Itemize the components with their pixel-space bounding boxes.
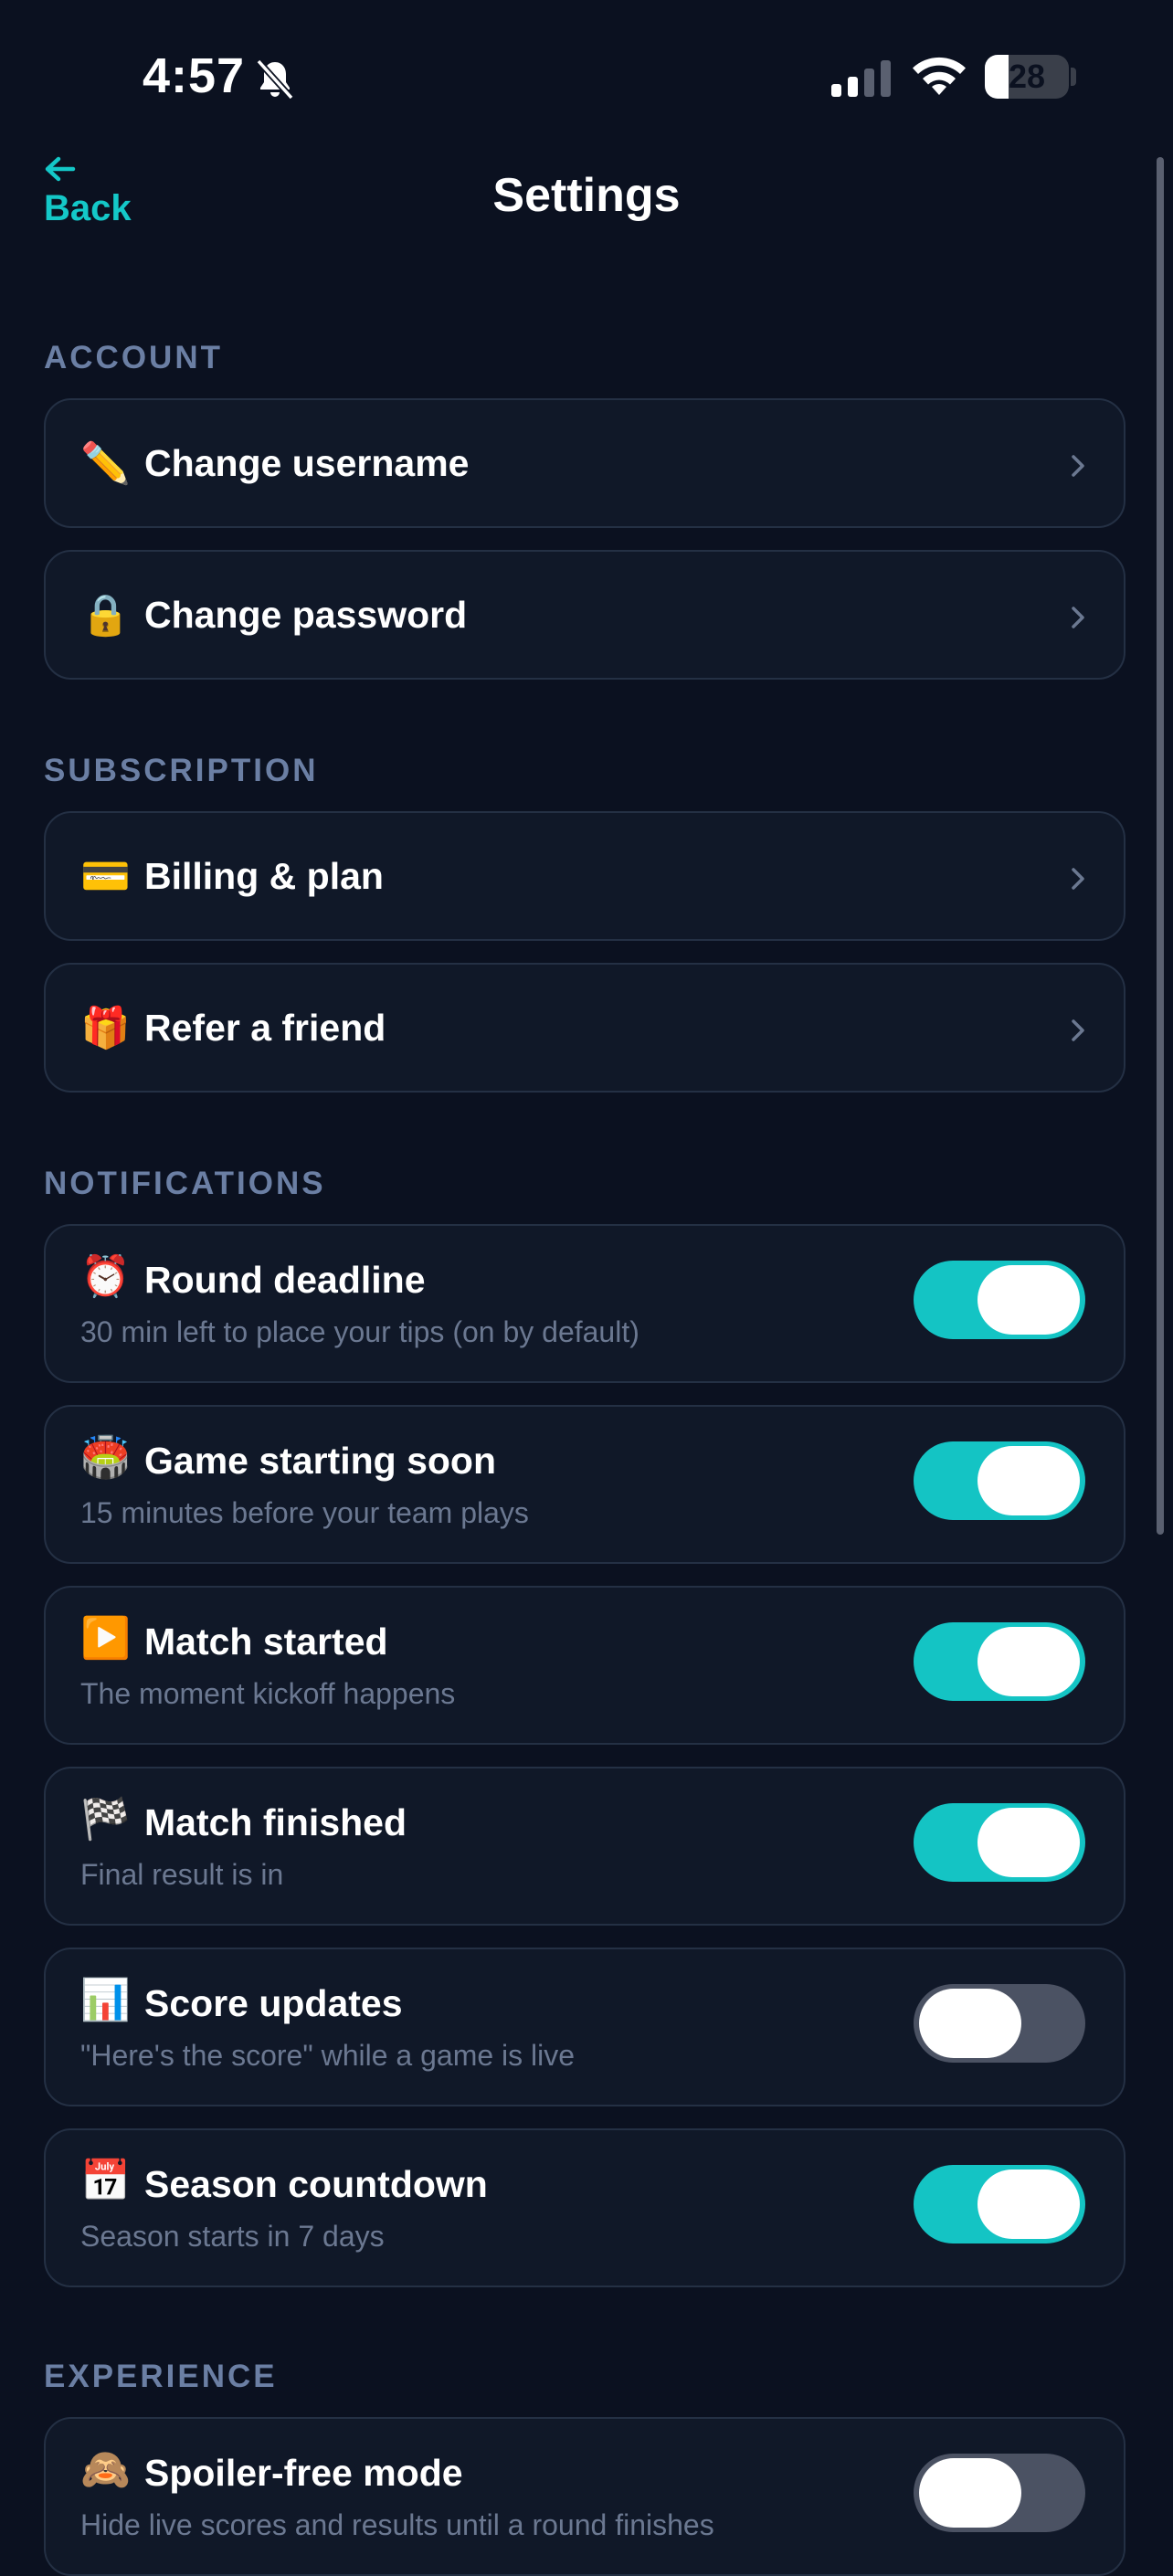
- chevron-right-icon: [1072, 607, 1084, 628]
- section-title-account: ACCOUNT: [44, 340, 223, 375]
- billing-plan-label: Billing & plan: [144, 855, 384, 897]
- toggle-knob: [919, 2458, 1021, 2528]
- change-username-row[interactable]: ✏️ Change username: [44, 398, 1125, 528]
- season-countdown-row: 📅 Season countdown Season starts in 7 da…: [44, 2128, 1125, 2287]
- match-finished-row: 🏁 Match finished Final result is in: [44, 1767, 1125, 1926]
- bell-slash-icon: [256, 58, 294, 100]
- match-finished-description: Final result is in: [80, 1858, 284, 1891]
- season-countdown-description: Season starts in 7 days: [80, 2220, 385, 2253]
- alarm-clock-icon: ⏰: [80, 1253, 131, 1300]
- match-started-description: The moment kickoff happens: [80, 1677, 456, 1710]
- match-started-label: Match started: [144, 1621, 388, 1663]
- lock-icon: 🔒: [80, 592, 131, 639]
- pencil-icon: ✏️: [80, 440, 131, 487]
- game-starting-soon-label: Game starting soon: [144, 1440, 497, 1482]
- refer-friend-label: Refer a friend: [144, 1007, 386, 1049]
- section-title-notifications: NOTIFICATIONS: [44, 1166, 326, 1201]
- credit-card-icon: 💳: [80, 853, 131, 900]
- toggle-knob: [978, 1265, 1080, 1335]
- match-finished-toggle[interactable]: [914, 1803, 1085, 1882]
- change-username-label: Change username: [144, 442, 470, 484]
- gift-icon: 🎁: [80, 1005, 131, 1051]
- refer-friend-row[interactable]: 🎁 Refer a friend: [44, 963, 1125, 1093]
- game-starting-soon-row: 🏟️ Game starting soon 15 minutes before …: [44, 1405, 1125, 1564]
- game-starting-soon-description: 15 minutes before your team plays: [80, 1496, 529, 1529]
- billing-plan-row[interactable]: 💳 Billing & plan: [44, 811, 1125, 941]
- status-time: 4:57: [143, 48, 246, 103]
- spoiler-free-mode-label: Spoiler-free mode: [144, 2452, 463, 2494]
- round-deadline-toggle[interactable]: [914, 1261, 1085, 1339]
- cellular-signal-icon: [831, 60, 891, 97]
- battery-cap: [1071, 68, 1076, 86]
- header: Back Settings: [0, 146, 1173, 256]
- battery-level: 28: [1008, 58, 1046, 95]
- score-updates-toggle[interactable]: [914, 1984, 1085, 2063]
- chevron-right-icon: [1072, 1019, 1084, 1041]
- toggle-knob: [978, 1808, 1080, 1877]
- score-updates-description: "Here's the score" while a game is live: [80, 2039, 576, 2072]
- match-finished-label: Match finished: [144, 1801, 407, 1843]
- toggle-knob: [978, 1627, 1080, 1696]
- status-bar: 4:57 28: [0, 0, 1173, 155]
- chevron-right-icon: [1072, 455, 1084, 477]
- toggle-knob: [978, 2170, 1080, 2239]
- spoiler-free-mode-toggle[interactable]: [914, 2454, 1085, 2532]
- battery-icon: 28: [985, 55, 1069, 99]
- score-updates-label: Score updates: [144, 1982, 403, 2024]
- round-deadline-row: ⏰ Round deadline 30 min left to place yo…: [44, 1224, 1125, 1383]
- season-countdown-toggle[interactable]: [914, 2165, 1085, 2243]
- change-password-label: Change password: [144, 594, 468, 636]
- wifi-icon: [913, 57, 966, 95]
- section-title-experience: EXPERIENCE: [44, 2359, 278, 2394]
- see-no-evil-monkey-icon: 🙈: [80, 2446, 131, 2493]
- play-button-icon: ▶️: [80, 1615, 131, 1662]
- match-started-row: ▶️ Match started The moment kickoff happ…: [44, 1586, 1125, 1745]
- calendar-icon: 📅: [80, 2158, 131, 2204]
- round-deadline-description: 30 min left to place your tips (on by de…: [80, 1315, 639, 1348]
- chevron-right-icon: [1072, 868, 1084, 890]
- scrollbar[interactable]: [1157, 157, 1164, 1535]
- spoiler-free-mode-row: 🙈 Spoiler-free mode Hide live scores and…: [44, 2417, 1125, 2576]
- spoiler-free-mode-description: Hide live scores and results until a rou…: [80, 2508, 714, 2541]
- match-started-toggle[interactable]: [914, 1622, 1085, 1701]
- section-title-subscription: SUBSCRIPTION: [44, 753, 319, 788]
- page-title: Settings: [492, 169, 681, 222]
- round-deadline-label: Round deadline: [144, 1259, 426, 1301]
- score-updates-row: 📊 Score updates "Here's the score" while…: [44, 1948, 1125, 2106]
- game-starting-soon-toggle[interactable]: [914, 1441, 1085, 1520]
- stadium-icon: 🏟️: [80, 1434, 131, 1481]
- toggle-knob: [978, 1446, 1080, 1515]
- toggle-knob: [919, 1989, 1021, 2058]
- season-countdown-label: Season countdown: [144, 2163, 488, 2205]
- chequered-flag-icon: 🏁: [80, 1796, 131, 1842]
- bar-chart-icon: 📊: [80, 1977, 131, 2023]
- change-password-row[interactable]: 🔒 Change password: [44, 550, 1125, 680]
